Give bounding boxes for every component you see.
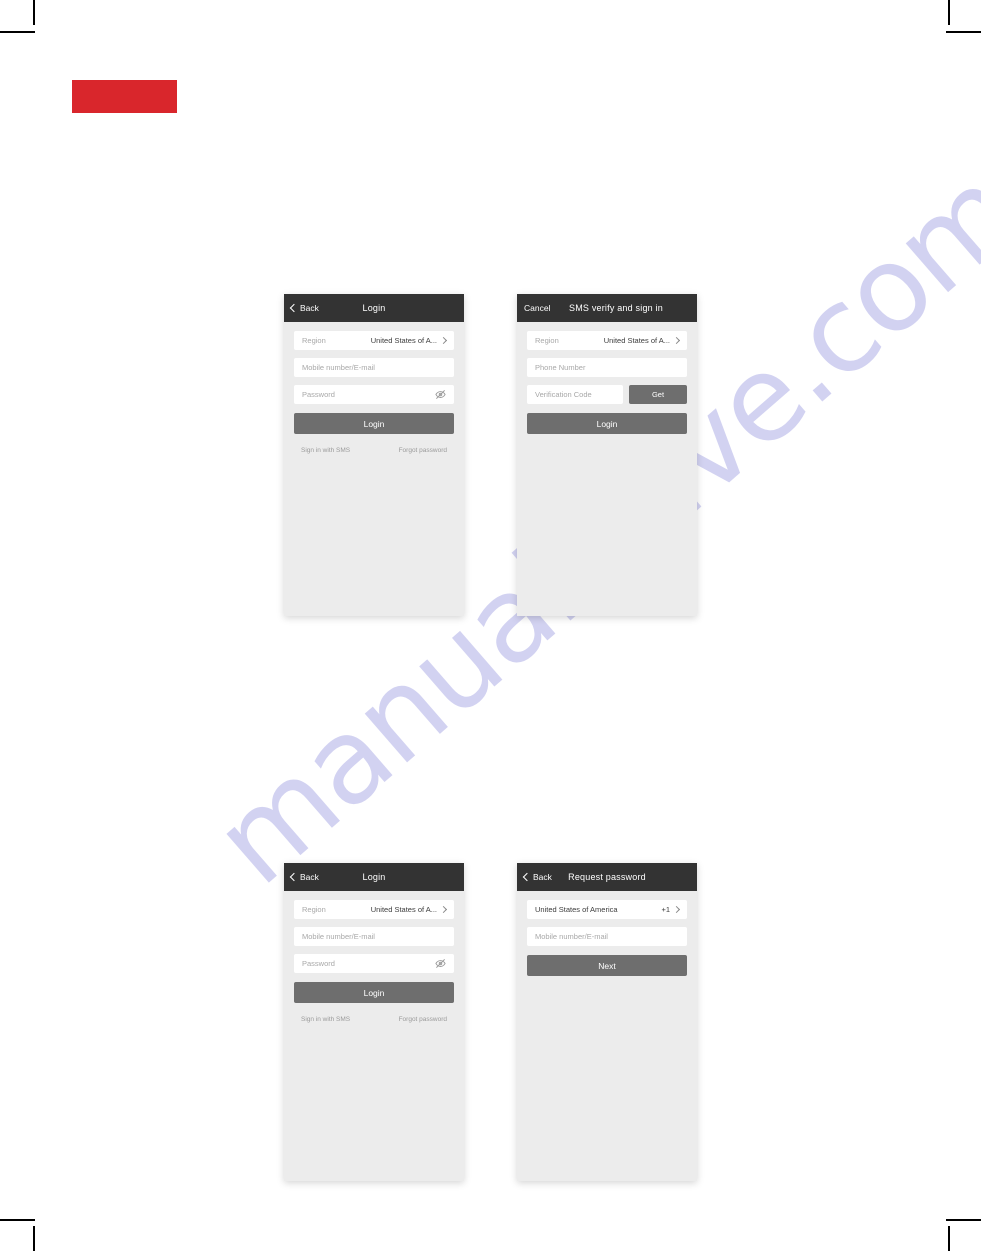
country-select[interactable]: United States of America +1 bbox=[527, 900, 687, 919]
screen-body-empty bbox=[517, 976, 697, 1181]
chevron-right-icon bbox=[672, 336, 681, 345]
phone-mockup-sms-verify: Cancel SMS verify and sign in Region Uni… bbox=[517, 294, 697, 616]
phone-number-placeholder: Phone Number bbox=[535, 363, 586, 372]
cancel-label: Cancel bbox=[524, 303, 551, 313]
region-select[interactable]: Region United States of A... bbox=[527, 331, 687, 350]
get-code-button[interactable]: Get bbox=[629, 385, 687, 404]
password-input[interactable]: Password bbox=[294, 954, 454, 973]
crop-mark-top-left-vertical bbox=[33, 0, 35, 25]
red-header-block bbox=[72, 80, 177, 113]
back-label: Back bbox=[300, 303, 319, 313]
login-links: Sign in with SMS Forgot password bbox=[294, 1011, 454, 1023]
region-value: United States of A... bbox=[370, 336, 437, 345]
chevron-right-icon bbox=[672, 905, 681, 914]
password-input[interactable]: Password bbox=[294, 385, 454, 404]
login-links: Sign in with SMS Forgot password bbox=[294, 442, 454, 454]
back-label: Back bbox=[533, 872, 552, 882]
region-label: Region bbox=[535, 336, 559, 345]
verification-code-placeholder: Verification Code bbox=[535, 390, 592, 399]
forgot-password-link[interactable]: Forgot password bbox=[399, 447, 447, 454]
region-value-wrap: United States of A... bbox=[370, 336, 448, 345]
country-code-value: +1 bbox=[661, 905, 670, 914]
screen-body-empty bbox=[284, 454, 464, 616]
login-button[interactable]: Login bbox=[294, 413, 454, 434]
sign-in-with-sms-link[interactable]: Sign in with SMS bbox=[301, 1016, 350, 1023]
login-form: Region United States of A... Mobile numb… bbox=[284, 891, 464, 1023]
verification-code-row: Verification Code Get bbox=[527, 385, 687, 404]
chevron-left-icon bbox=[289, 303, 299, 313]
navbar: Back Login bbox=[284, 294, 464, 322]
crop-mark-top-left-horizontal bbox=[0, 31, 35, 33]
sign-in-with-sms-link[interactable]: Sign in with SMS bbox=[301, 447, 350, 454]
next-button[interactable]: Next bbox=[527, 955, 687, 976]
back-button[interactable]: Back bbox=[289, 872, 319, 882]
back-label: Back bbox=[300, 872, 319, 882]
account-input[interactable]: Mobile number/E-mail bbox=[527, 927, 687, 946]
account-placeholder: Mobile number/E-mail bbox=[535, 932, 608, 941]
region-select[interactable]: Region United States of A... bbox=[294, 900, 454, 919]
watermark: manualshive.com bbox=[189, 142, 981, 911]
login-form: Region United States of A... Mobile numb… bbox=[284, 322, 464, 454]
password-placeholder: Password bbox=[302, 390, 335, 399]
region-label: Region bbox=[302, 336, 326, 345]
eye-slash-icon[interactable] bbox=[434, 389, 446, 401]
phone-number-input[interactable]: Phone Number bbox=[527, 358, 687, 377]
navbar: Back Login bbox=[284, 863, 464, 891]
login-button[interactable]: Login bbox=[527, 413, 687, 434]
phone-mockup-login-top-left: Back Login Region United States of A... … bbox=[284, 294, 464, 616]
account-placeholder: Mobile number/E-mail bbox=[302, 363, 375, 372]
account-input[interactable]: Mobile number/E-mail bbox=[294, 358, 454, 377]
crop-mark-bottom-right-vertical bbox=[948, 1226, 950, 1251]
chevron-left-icon bbox=[289, 872, 299, 882]
chevron-right-icon bbox=[439, 905, 448, 914]
navbar: Back Request password bbox=[517, 863, 697, 891]
country-code-wrap: +1 bbox=[661, 905, 681, 914]
account-input[interactable]: Mobile number/E-mail bbox=[294, 927, 454, 946]
country-label: United States of America bbox=[535, 905, 618, 914]
navbar: Cancel SMS verify and sign in bbox=[517, 294, 697, 322]
login-button[interactable]: Login bbox=[294, 982, 454, 1003]
account-placeholder: Mobile number/E-mail bbox=[302, 932, 375, 941]
verification-code-input[interactable]: Verification Code bbox=[527, 385, 623, 404]
crop-mark-top-right-horizontal bbox=[946, 31, 981, 33]
screen-body-empty bbox=[517, 434, 697, 616]
chevron-right-icon bbox=[439, 336, 448, 345]
chevron-left-icon bbox=[522, 872, 532, 882]
phone-mockup-request-password: Back Request password United States of A… bbox=[517, 863, 697, 1181]
request-password-form: United States of America +1 Mobile numbe… bbox=[517, 891, 697, 976]
region-label: Region bbox=[302, 905, 326, 914]
region-select[interactable]: Region United States of A... bbox=[294, 331, 454, 350]
forgot-password-link[interactable]: Forgot password bbox=[399, 1016, 447, 1023]
cancel-button[interactable]: Cancel bbox=[524, 303, 550, 313]
region-value-wrap: United States of A... bbox=[603, 336, 681, 345]
crop-mark-bottom-left-horizontal bbox=[0, 1219, 35, 1221]
password-placeholder: Password bbox=[302, 959, 335, 968]
back-button[interactable]: Back bbox=[289, 303, 319, 313]
region-value: United States of A... bbox=[603, 336, 670, 345]
phone-mockup-login-bottom-left: Back Login Region United States of A... … bbox=[284, 863, 464, 1181]
back-button[interactable]: Back bbox=[522, 872, 552, 882]
region-value: United States of A... bbox=[370, 905, 437, 914]
crop-mark-bottom-left-vertical bbox=[33, 1226, 35, 1251]
eye-slash-icon[interactable] bbox=[434, 958, 446, 970]
sms-verify-form: Region United States of A... Phone Numbe… bbox=[517, 322, 697, 434]
crop-mark-bottom-right-horizontal bbox=[946, 1219, 981, 1221]
region-value-wrap: United States of A... bbox=[370, 905, 448, 914]
crop-mark-top-right-vertical bbox=[948, 0, 950, 25]
screen-body-empty bbox=[284, 1023, 464, 1181]
